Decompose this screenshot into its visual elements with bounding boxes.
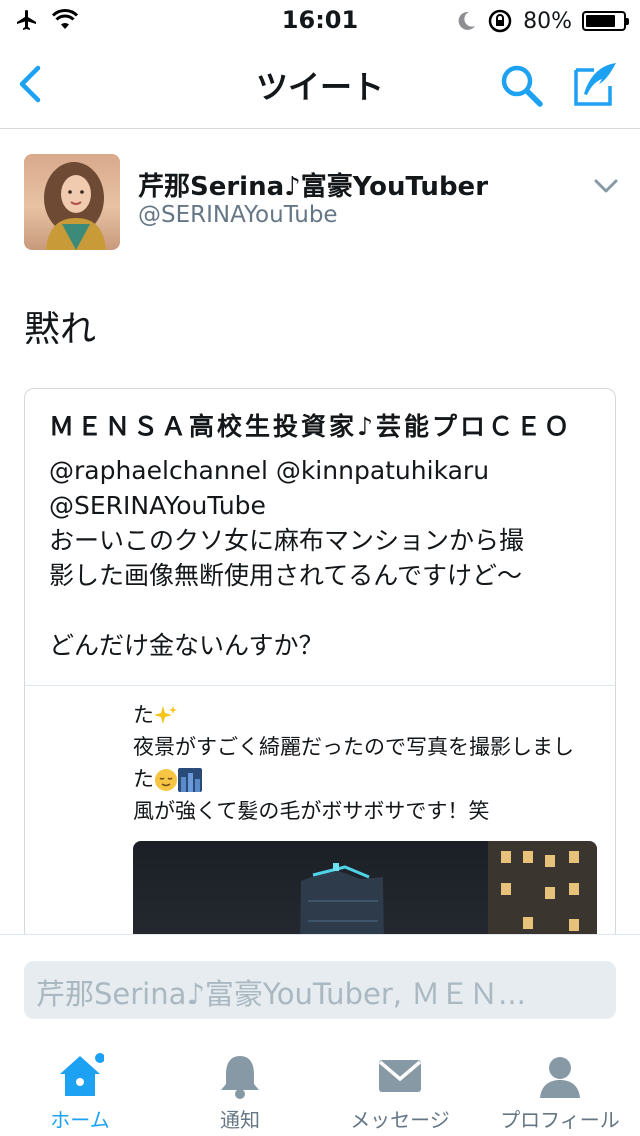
embedded-line: 風が強くて髪の毛がボサボサです！笑 [133, 799, 490, 823]
embedded-line: 夜景がすごく綺麗だったので写真を撮影しまし [133, 735, 574, 759]
embedded-text: た [133, 703, 154, 727]
envelope-icon [378, 1060, 422, 1092]
tab-messages[interactable]: メッセージ [320, 1040, 480, 1136]
bell-icon [221, 1056, 259, 1099]
quoted-text-line: おーいこのクソ女に麻布マンションから撮 [49, 526, 525, 555]
quoted-text-line: 影した画像無断使用されてるんですけど～ [49, 561, 523, 590]
status-bar: 16:01 80% [0, 0, 640, 40]
avatar-photo [24, 154, 120, 250]
sparkles-icon [154, 706, 177, 724]
tab-profile[interactable]: プロフィール [480, 1040, 640, 1136]
divider [25, 685, 615, 686]
quoted-text-line: どんだけ金ないんすか？ [49, 631, 324, 660]
quoted-tweet-text: @raphaelchannel @kinnpatuhikaru @SERINAY… [49, 453, 609, 663]
tab-messages-label: メッセージ [350, 1108, 450, 1132]
chevron-down-icon[interactable] [592, 176, 620, 196]
battery-icon [582, 11, 629, 31]
moon-icon [458, 11, 476, 30]
tab-profile-label: プロフィール [500, 1108, 620, 1132]
tweet-author-handle[interactable]: @SERINAYouTube [138, 202, 338, 228]
night-city-icon [178, 768, 202, 792]
battery-percent: 80% [523, 8, 572, 34]
reply-input[interactable]: 芹那Serina♪富豪YouTuber, ＭＥＮ... [24, 961, 616, 1019]
rotation-lock-icon [488, 9, 512, 33]
quoted-tweet-card[interactable]: ＭＥＮＳＡ高校生投資家♪芸能プロＣＥＯ @raphaelchannel @kin… [24, 388, 616, 1008]
tab-home[interactable]: ホーム [0, 1040, 160, 1136]
relieved-face-icon [155, 769, 177, 791]
embedded-line: た [133, 763, 613, 795]
reply-bar: 芹那Serina♪富豪YouTuber, ＭＥＮ... [0, 934, 640, 1055]
search-icon[interactable] [498, 62, 546, 108]
home-icon [60, 1053, 104, 1096]
nav-bar: ツイート [0, 40, 640, 129]
quoted-mentions-line: @raphaelchannel @kinnpatuhikaru [49, 456, 490, 485]
person-icon [540, 1057, 580, 1098]
quoted-mention-line: @SERINAYouTube [49, 491, 266, 520]
status-right: 80% [455, 8, 629, 34]
quoted-author-name: ＭＥＮＳＡ高校生投資家♪芸能プロＣＥＯ [49, 412, 572, 441]
tab-home-label: ホーム [50, 1108, 110, 1132]
tab-notifications[interactable]: 通知 [160, 1040, 320, 1136]
compose-tweet-icon[interactable] [572, 60, 620, 108]
avatar[interactable] [24, 154, 120, 250]
tab-bar: ホーム 通知 メッセージ プロフィール [0, 1040, 640, 1136]
tweet-text: 黙れ [24, 309, 97, 350]
embedded-tweet-text: た 夜景がすごく綺麗だったので写真を撮影しまし た 風が強くて髪の毛がボサボサで… [133, 699, 613, 827]
embedded-text: た [133, 767, 154, 791]
embedded-line: た [133, 699, 613, 731]
tweet-author-name[interactable]: 芹那Serina♪富豪YouTuber [138, 166, 488, 203]
battery-fill [586, 15, 615, 27]
tab-notifications-label: 通知 [220, 1108, 260, 1132]
